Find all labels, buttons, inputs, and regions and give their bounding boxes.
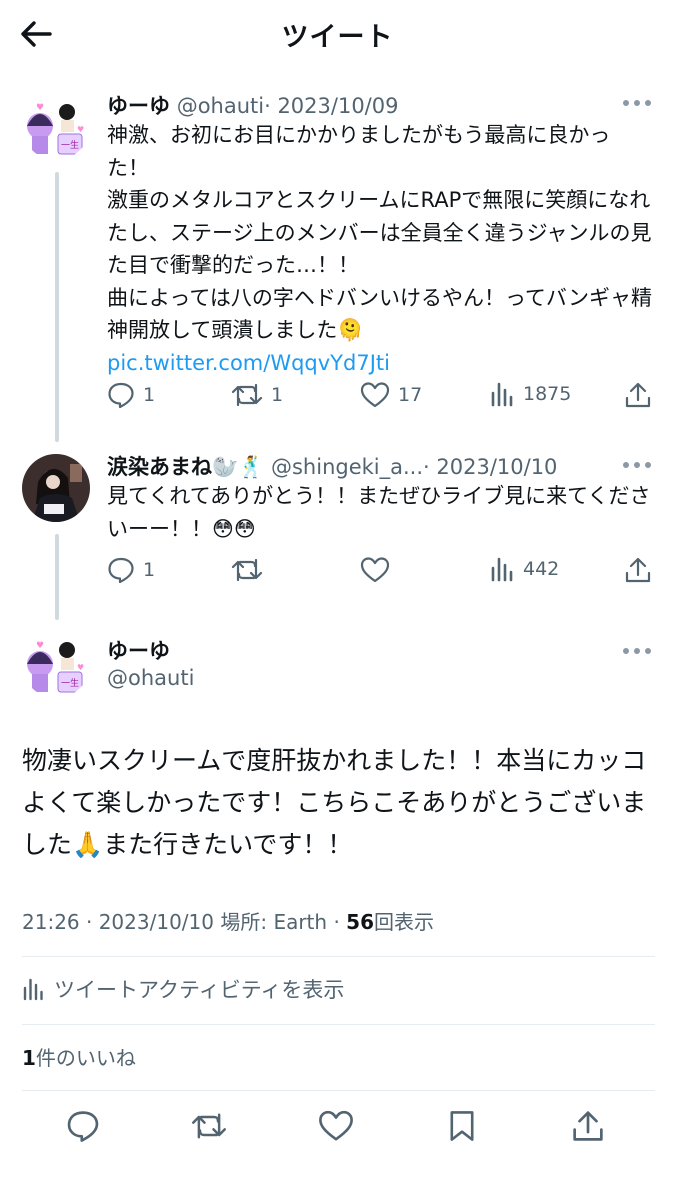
bar-chart-icon [491, 382, 513, 407]
retweet-button[interactable] [231, 556, 271, 584]
svg-text:一生: 一生 [61, 139, 79, 151]
more-button[interactable] [623, 646, 651, 656]
dot [645, 462, 651, 468]
reply-icon [108, 557, 134, 584]
location-label: 場所: Earth [220, 910, 328, 934]
share-icon [625, 557, 651, 583]
bookmark-icon [450, 1111, 474, 1141]
bookmark-button[interactable] [444, 1108, 480, 1144]
thread-line [55, 172, 59, 442]
dot [623, 100, 629, 106]
tweet-text-body: 神激、お初にお目にかかりましたがもう最高に良かった！ 激重のメタルコアとスクリー… [107, 123, 652, 342]
reply-button[interactable]: 1 [107, 556, 155, 584]
dot [623, 462, 629, 468]
tweet-date[interactable]: · 2023/10/10 [423, 455, 557, 479]
bar-chart-icon [23, 978, 43, 1001]
view-label: 回表示 [374, 910, 434, 934]
svg-text:♥: ♥ [36, 103, 44, 113]
handle[interactable]: @ohauti [107, 666, 194, 690]
heart-icon [319, 1110, 353, 1141]
svg-text:一生: 一生 [61, 677, 79, 689]
avatar[interactable]: 一生 ♥ ♥ [22, 630, 90, 698]
likes-count: 1 [22, 1046, 36, 1070]
share-icon [573, 1111, 603, 1141]
display-name[interactable]: ゆーゆ [107, 94, 170, 118]
more-button[interactable] [623, 460, 651, 470]
view-count: 442 [523, 558, 560, 580]
view-count: 56 [346, 910, 374, 934]
reply-icon [67, 1111, 99, 1142]
like-button[interactable]: 17 [360, 381, 422, 409]
reply-count: 1 [143, 559, 156, 581]
divider [22, 1024, 655, 1025]
view-count: 1875 [523, 383, 572, 405]
retweet-button[interactable] [191, 1108, 227, 1144]
main-tweet-text: 物凄いスクリームで度肝抜かれました！！本当にカッコよくて楽しかったです！こちらこ… [22, 746, 647, 859]
like-button[interactable] [360, 556, 398, 584]
heart-icon [360, 382, 390, 408]
dot [623, 648, 629, 654]
anime-avatar-image: 一生 ♥ ♥ [22, 630, 90, 698]
handle[interactable]: @ohauti [177, 94, 264, 118]
heart-icon [360, 557, 390, 583]
views-button[interactable]: 1875 [489, 381, 571, 407]
meta-separator: · [333, 910, 340, 934]
tweet-actions: 1 1 17 1875 [107, 381, 657, 411]
anime-avatar-image: 一生 ♥ ♥ [22, 92, 90, 160]
retweet-icon [231, 383, 263, 407]
svg-text:♥: ♥ [36, 641, 44, 651]
retweet-icon [192, 1113, 226, 1139]
svg-text:♥: ♥ [77, 125, 84, 134]
tweet-timestamp[interactable]: 21:26 · 2023/10/10 [22, 910, 214, 934]
photo-avatar-image [22, 454, 90, 522]
reply-count: 1 [143, 384, 156, 406]
avatar[interactable] [22, 454, 90, 522]
display-name[interactable]: ゆーゆ [107, 635, 170, 665]
tweet-header: 涙染あまね🦭🕺 @shingeki_a...· 2023/10/10 [107, 451, 557, 481]
display-name[interactable]: 涙染あまね🦭🕺 [107, 455, 264, 479]
divider [22, 1090, 655, 1091]
retweet-icon [231, 558, 263, 582]
reply-button[interactable] [65, 1108, 101, 1144]
share-button[interactable] [624, 381, 652, 409]
more-button[interactable] [623, 98, 651, 108]
media-link[interactable]: pic.twitter.com/WqqvYd7Jti [107, 351, 390, 375]
views-button[interactable]: 442 [489, 556, 559, 582]
like-button[interactable] [318, 1108, 354, 1144]
retweet-count: 1 [271, 384, 284, 406]
reply-button[interactable]: 1 [107, 381, 155, 409]
svg-text:♥: ♥ [77, 663, 84, 672]
reply-icon [108, 382, 134, 409]
divider [22, 956, 655, 957]
share-icon [625, 382, 651, 408]
likes-label: 件のいいね [35, 1046, 136, 1070]
tweet-meta: 21:26 · 2023/10/10 場所: Earth · 56回表示 [22, 906, 434, 935]
share-button[interactable] [624, 556, 652, 584]
tweet-header: ゆーゆ @ohauti· 2023/10/09 [107, 90, 398, 120]
dot [645, 100, 651, 106]
likes-summary[interactable]: 1件のいいね [22, 1042, 136, 1071]
bar-chart-icon [491, 557, 513, 582]
tweet-activity-link[interactable]: ツイートアクティビティを表示 [22, 972, 344, 1006]
activity-label: ツイートアクティビティを表示 [54, 978, 345, 1002]
page-title: ツイート [281, 22, 394, 53]
avatar[interactable]: 一生 ♥ ♥ [22, 92, 90, 160]
dot [645, 648, 651, 654]
retweet-button[interactable]: 1 [231, 381, 283, 409]
tweet-actions: 1 442 [107, 556, 657, 586]
handle[interactable]: @shingeki_a... [271, 455, 423, 479]
top-bar: ツイート [0, 0, 675, 66]
like-count: 17 [398, 384, 423, 406]
tweet-text: 神激、お初にお目にかかりましたがもう最高に良かった！ 激重のメタルコアとスクリー… [107, 119, 652, 379]
tweet-text: 見てくれてありがとう！！またぜひライブ見に来てくださいーー！！😳😳 [107, 484, 651, 541]
dot [634, 462, 640, 468]
thread-line [55, 534, 59, 620]
tweet-date[interactable]: · 2023/10/09 [264, 94, 398, 118]
dot [634, 100, 640, 106]
share-button[interactable] [570, 1108, 606, 1144]
dot [634, 648, 640, 654]
